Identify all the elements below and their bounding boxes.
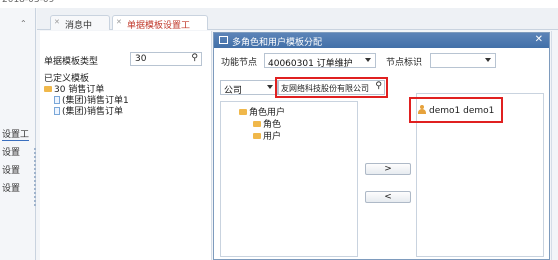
role-user-tree: 角色用户 角色 用户	[220, 101, 358, 257]
close-icon[interactable]: ✕	[535, 34, 543, 45]
tab-message-center[interactable]: ✕ 消息中心	[50, 15, 110, 44]
org-input[interactable]: 友网络科技股份有限公司 ⚲	[278, 80, 385, 95]
date-text: 2018-03-09	[2, 0, 55, 5]
user-icon	[418, 105, 426, 114]
search-icon[interactable]: ⚲	[375, 81, 382, 91]
func-node-label: 功能节点	[221, 58, 258, 68]
nav-item[interactable]: 设置	[2, 163, 20, 176]
left-nav: ⌃ 设置工 设置 设置 设置	[0, 8, 36, 260]
org-highlight: 友网络科技股份有限公司 ⚲	[275, 77, 388, 98]
remove-button[interactable]: <	[365, 191, 411, 203]
assigned-list: demo1 demo1	[409, 93, 544, 257]
folder-icon	[253, 121, 261, 127]
template-type-input[interactable]: 30 ⚲	[130, 52, 202, 66]
window-icon	[219, 36, 228, 44]
close-icon[interactable]: ✕	[116, 18, 122, 26]
dialog-titlebar[interactable]: 多角色和用户模板分配 ✕	[214, 33, 549, 48]
dropdown-arrow-icon	[365, 58, 371, 62]
nav-item[interactable]: 设置	[2, 181, 20, 194]
tree-item-user[interactable]: 用户	[253, 129, 281, 142]
close-icon[interactable]: ✕	[54, 18, 60, 26]
date-strip: 2018-03-09	[0, 0, 558, 8]
dialog-title: 多角色和用户模板分配	[232, 38, 323, 48]
assigned-highlight: demo1 demo1	[409, 97, 503, 123]
resize-grip[interactable]	[34, 148, 36, 208]
search-icon[interactable]: ⚲	[191, 53, 198, 63]
func-node-value: 40060301 订单维护	[268, 59, 353, 69]
node-id-label: 节点标识	[386, 58, 423, 68]
template-panel: 单据模板类型 30 ⚲ 已定义模板 30 销售订单 (集团)销售订单1 (集团)…	[40, 31, 212, 260]
nav-item[interactable]: 设置	[2, 145, 20, 158]
template-type-label: 单据模板类型	[44, 57, 99, 67]
assigned-user-item[interactable]: demo1 demo1	[418, 105, 494, 116]
tree-item-label: (集团)销售订单	[62, 107, 124, 117]
document-icon	[54, 107, 60, 115]
folder-icon	[253, 133, 261, 139]
node-id-select[interactable]	[430, 53, 496, 68]
tree-item-label: 用户	[263, 132, 282, 142]
folder-icon	[44, 86, 52, 92]
template-type-value: 30	[135, 54, 147, 64]
document-icon	[54, 96, 60, 104]
org-value: 友网络科技股份有限公司	[281, 84, 369, 93]
dropdown-arrow-icon	[485, 58, 491, 62]
dropdown-arrow-icon	[267, 85, 273, 89]
org-type-value: 公司	[224, 86, 243, 96]
add-button[interactable]: >	[365, 163, 411, 175]
assigned-user-label: demo1 demo1	[429, 106, 495, 116]
org-type-select[interactable]: 公司	[220, 80, 278, 96]
nav-item[interactable]: 设置工	[2, 127, 30, 141]
right-edge	[551, 31, 558, 260]
tree-item[interactable]: (集团)销售订单	[54, 104, 123, 117]
tab-template-tool[interactable]: ✕ 单据模板设置工具	[112, 15, 208, 44]
folder-icon	[239, 109, 247, 115]
func-node-select[interactable]: 40060301 订单维护	[264, 53, 376, 69]
assign-template-dialog: 多角色和用户模板分配 ✕ 功能节点 40060301 订单维护 节点标识 公司 …	[213, 32, 550, 260]
chevron-up-icon[interactable]: ⌃	[20, 19, 27, 28]
